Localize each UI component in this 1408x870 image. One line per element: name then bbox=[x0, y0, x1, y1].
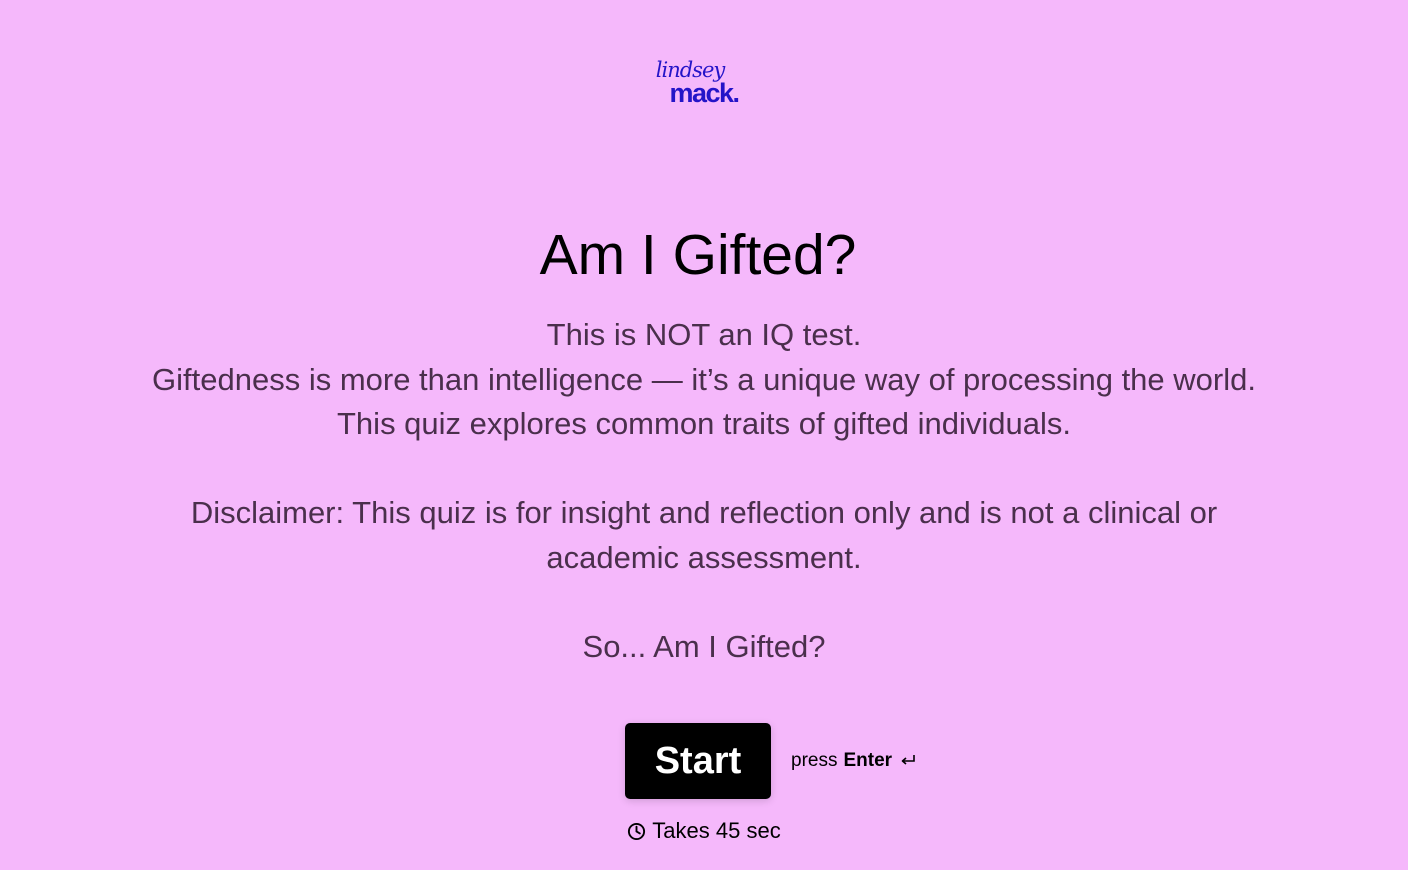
disclaimer-line-1: Disclaimer: This quiz is for insight and… bbox=[190, 495, 1218, 531]
start-button[interactable]: Start bbox=[625, 723, 771, 799]
enter-return-icon bbox=[900, 754, 916, 768]
keyboard-hint: press Enter bbox=[791, 750, 916, 772]
duration-info: Takes 45 sec bbox=[0, 818, 1408, 844]
brand-logo: lindsey mack. bbox=[0, 60, 1408, 107]
closing-question: So... Am I Gifted? bbox=[582, 629, 826, 665]
description-line-1: This is NOT an IQ test. bbox=[546, 317, 862, 352]
logo-bold-text: mack. bbox=[669, 78, 740, 108]
description-line-3: This quiz explores common traits of gift… bbox=[337, 406, 1071, 442]
quiz-description: This is NOT an IQ test. Giftedness is mo… bbox=[0, 313, 1408, 670]
clock-icon bbox=[627, 822, 646, 841]
logo-script-text: lindsey bbox=[655, 58, 725, 82]
description-line-2: Giftedness is more than intelligence — i… bbox=[152, 361, 1256, 397]
disclaimer-line-2: academic assessment. bbox=[546, 539, 862, 575]
page-title: Am I Gifted? bbox=[539, 223, 857, 287]
hint-key: Enter bbox=[843, 750, 893, 771]
hint-prefix: press bbox=[791, 750, 838, 771]
start-row: Start press Enter bbox=[625, 723, 916, 799]
duration-text: Takes 45 sec bbox=[652, 818, 781, 843]
